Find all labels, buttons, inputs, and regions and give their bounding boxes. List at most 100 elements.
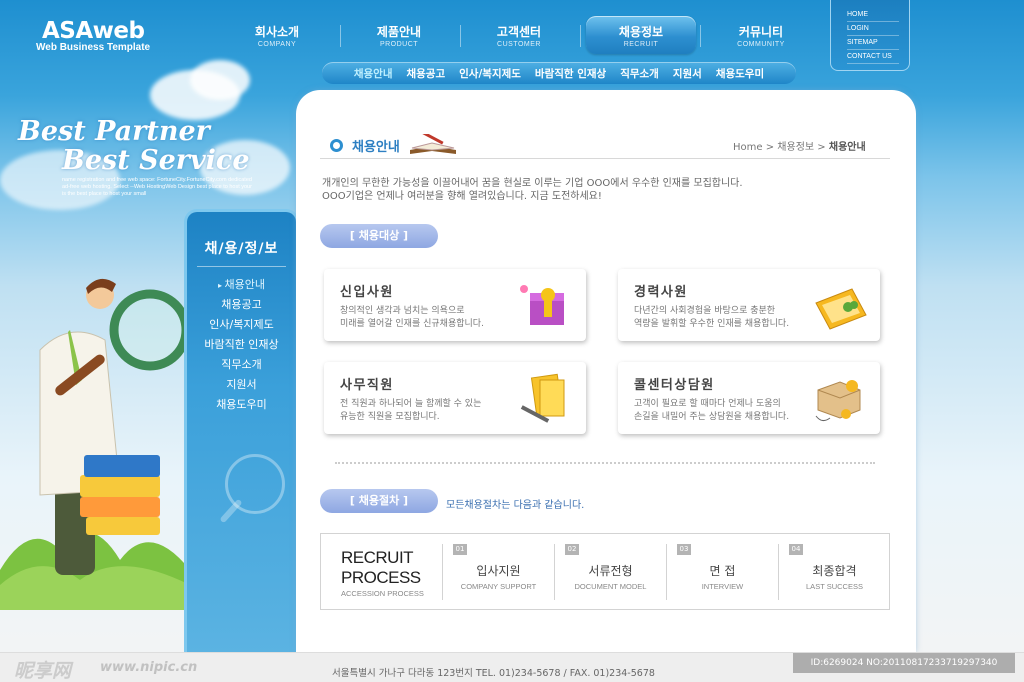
step-label: 최종합격 [812, 564, 857, 578]
logo-title: ASAweb [42, 18, 145, 44]
subnav-item[interactable]: 인사/복지제도 [459, 66, 521, 81]
sidebar-item-application[interactable]: 지원서 [187, 375, 296, 395]
watermark-url: www.nipic.cn [100, 660, 198, 675]
nav-sublabel: COMPANY [257, 41, 297, 48]
image-id-badge: ID:6269024 NO:20110817233719297340 [793, 653, 1015, 673]
card-office-staff[interactable]: 사무직원 전 직원과 하나되어 늘 함께할 수 있는 유능한 직원을 모집합니다. [324, 362, 586, 434]
card-title: 신입사원 [340, 285, 394, 300]
sidebar-item-guide[interactable]: 채용안내 [187, 275, 296, 295]
watermark: 昵享网 [14, 660, 72, 682]
target-section-label: [ 채용대상 ] [320, 224, 438, 248]
folder-pen-icon [520, 373, 565, 423]
nav-divider [460, 25, 461, 47]
step-number: 02 [565, 544, 579, 555]
footer-address: 서울특별시 가나구 다라동 123번지 TEL. 01)234-5678 / F… [332, 668, 655, 679]
nav-label: 제품안내 [376, 25, 422, 39]
step-sublabel: LAST SUCCESS [806, 582, 863, 591]
cloud [190, 60, 250, 100]
subnav-item[interactable]: 채용도우미 [716, 66, 764, 81]
card-call-center[interactable]: 콜센터상담원 고객이 필요로 할 때마다 언제나 도움의 손길을 내밀어 주는 상… [618, 362, 880, 434]
subnav-item[interactable]: 바람직한 인재상 [535, 66, 606, 81]
nav-divider [580, 25, 581, 47]
nav-divider [700, 25, 701, 47]
process-subtitle: ACCESSION PROCESS [341, 589, 424, 598]
sidebar-item-jobs[interactable]: 직무소개 [187, 355, 296, 375]
breadcrumb: Home > 채용정보 > 채용안내 [733, 138, 866, 153]
step-number: 01 [453, 544, 467, 555]
nav-label: 커뮤니티 [738, 25, 784, 39]
step-sublabel: INTERVIEW [701, 582, 744, 591]
card-description: 창의적인 생각과 넘치는 의욕으로 미래를 열어갈 인재를 신규채용합니다. [340, 306, 484, 329]
breadcrumb-level1[interactable]: 채용정보 [777, 142, 814, 153]
process-step-document: 02 서류전형 DOCUMENT MODEL [554, 544, 666, 600]
footer: 昵享网 www.nipic.cn 서울특별시 가나구 다라동 123번지 TEL… [0, 652, 1024, 682]
nav-sublabel: CUSTOMER [497, 41, 541, 48]
intro-text: 개개인의 무한한 가능성을 이끌어내어 꿈을 현실로 이루는 기업 OOO에서 … [322, 177, 743, 203]
nav-item-product[interactable]: 제품안내 PRODUCT [344, 16, 454, 54]
card-title: 사무직원 [340, 378, 394, 393]
slogan-description: name registration and free web space: Fo… [62, 177, 252, 197]
util-link-contact[interactable]: CONTACT US [847, 50, 899, 64]
intro-line: OOO기업은 언제나 여러분을 향해 열려있습니다. 지금 도전하세요! [322, 191, 602, 202]
util-link-home[interactable]: HOME [847, 8, 899, 22]
nav-item-customer[interactable]: 고객센터 CUSTOMER [464, 16, 574, 54]
slogan: Best Partner Best Service [18, 116, 250, 176]
util-link-login[interactable]: LOGIN [847, 22, 899, 36]
step-label: 서류전형 [588, 564, 633, 578]
step-label: 면 접 [709, 564, 736, 578]
logo-subtitle: Web Business Template [36, 42, 151, 53]
subnav-item[interactable]: 채용공고 [406, 66, 445, 81]
sidebar-item-notice[interactable]: 채용공고 [187, 295, 296, 315]
nav-label: 회사소개 [254, 25, 300, 39]
process-step-interview: 03 면 접 INTERVIEW [666, 544, 778, 600]
sidebar-divider [197, 266, 286, 267]
intro-line: 개개인의 무한한 가능성을 이끌어내어 꿈을 현실로 이루는 기업 OOO에서 … [322, 178, 743, 189]
nav-item-company[interactable]: 회사소개 COMPANY [222, 16, 332, 54]
breadcrumb-current: 채용안내 [828, 142, 866, 153]
card-new-employee[interactable]: 신입사원 창의적인 생각과 넘치는 의욕으로 미래를 열어갈 인재를 신규채용합니… [324, 269, 586, 341]
book-pen-icon [409, 134, 456, 154]
nav-label: 채용정보 [618, 25, 664, 39]
nav-item-recruit[interactable]: 채용정보 RECRUIT [586, 16, 696, 54]
page-title: 채용안내 [330, 134, 458, 156]
sidebar-item-welfare[interactable]: 인사/복지제도 [187, 315, 296, 335]
card-description: 다년간의 사회경험을 바탕으로 충분한 역량을 발휘할 우수한 인재를 채용합니다… [634, 306, 790, 329]
nav-sublabel: RECRUIT [623, 41, 659, 48]
breadcrumb-separator: > [817, 142, 826, 153]
breadcrumb-home[interactable]: Home [733, 142, 763, 153]
sidebar-item-help[interactable]: 채용도우미 [187, 395, 296, 415]
procedure-section-label: [ 채용절차 ] [320, 489, 438, 513]
main-nav: 회사소개 COMPANY 제품안내 PRODUCT 고객센터 CUSTOMER 채용정… [222, 16, 822, 56]
recruit-process: RECRUIT PROCESS ACCESSION PROCESS 01 입사지원… [320, 533, 890, 610]
step-sublabel: DOCUMENT MODEL [574, 582, 647, 591]
slogan-line2: Best Service [62, 145, 250, 176]
title-divider [320, 158, 890, 159]
subnav-item[interactable]: 채용안내 [354, 66, 393, 81]
nav-sublabel: PRODUCT [379, 41, 419, 48]
title-bullet-icon [330, 138, 343, 152]
logo[interactable]: ASAweb Web Business Template [36, 18, 150, 53]
nav-divider [340, 25, 341, 47]
process-step-apply: 01 입사지원 COMPANY SUPPORT [442, 544, 554, 600]
subnav-item[interactable]: 지원서 [673, 66, 702, 81]
package-coins-icon [815, 380, 861, 422]
card-experienced[interactable]: 경력사원 다년간의 사회경험을 바탕으로 충분한 역량을 발휘할 우수한 인재를 … [618, 269, 880, 341]
process-heading: RECRUIT PROCESS [341, 548, 421, 587]
section-divider [335, 462, 875, 464]
nav-label: 고객센터 [496, 25, 542, 39]
card-title: 콜센터상담원 [634, 378, 715, 393]
nav-item-community[interactable]: 커뮤니티 COMMUNITY [706, 16, 816, 54]
sidebar-title: 채/용/정/보 [204, 241, 279, 257]
businessman-magnifier-illustration [0, 278, 190, 610]
breadcrumb-separator: > [765, 142, 775, 153]
procedure-note: 모든채용절차는 다음과 같습니다. [446, 500, 585, 511]
step-sublabel: COMPANY SUPPORT [460, 582, 537, 591]
step-number: 04 [789, 544, 803, 555]
slogan-line1: Best Partner [18, 116, 210, 147]
util-link-sitemap[interactable]: SITEMAP [847, 36, 899, 50]
subnav-item[interactable]: 직무소개 [620, 66, 659, 81]
sidebar-item-ideal[interactable]: 바람직한 인재상 [187, 335, 296, 355]
step-label: 입사지원 [476, 564, 521, 578]
gift-box-icon [520, 285, 564, 325]
nav-sublabel: COMMUNITY [737, 41, 785, 48]
